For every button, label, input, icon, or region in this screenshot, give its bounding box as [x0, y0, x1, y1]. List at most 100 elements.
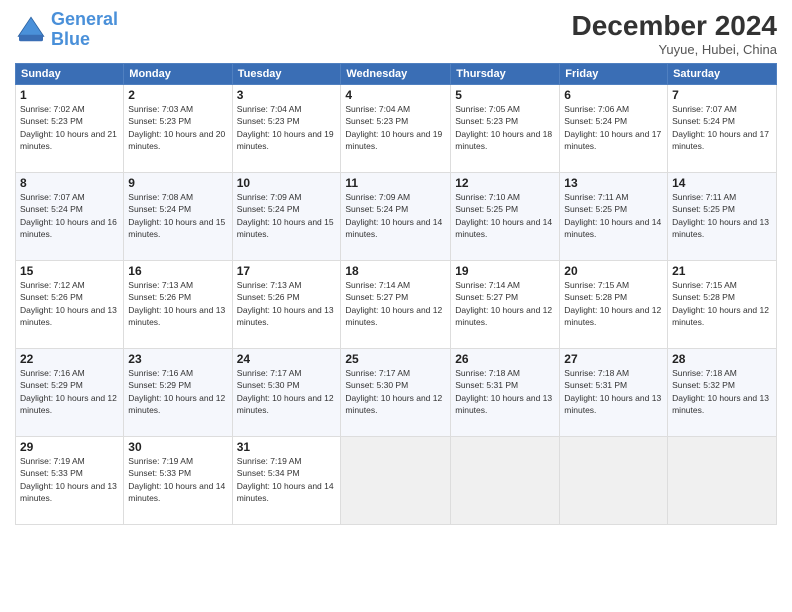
calendar-week-4: 29Sunrise: 7:19 AMSunset: 5:33 PMDayligh… — [16, 437, 777, 525]
calendar-cell: 27Sunrise: 7:18 AMSunset: 5:31 PMDayligh… — [560, 349, 668, 437]
calendar-week-0: 1Sunrise: 7:02 AMSunset: 5:23 PMDaylight… — [16, 85, 777, 173]
day-info: Sunrise: 7:09 AMSunset: 5:24 PMDaylight:… — [237, 191, 337, 240]
calendar-cell: 13Sunrise: 7:11 AMSunset: 5:25 PMDayligh… — [560, 173, 668, 261]
day-info: Sunrise: 7:03 AMSunset: 5:23 PMDaylight:… — [128, 103, 227, 152]
day-number: 29 — [20, 440, 119, 454]
calendar-cell: 7Sunrise: 7:07 AMSunset: 5:24 PMDaylight… — [668, 85, 777, 173]
calendar-cell: 21Sunrise: 7:15 AMSunset: 5:28 PMDayligh… — [668, 261, 777, 349]
calendar-header-wednesday: Wednesday — [341, 64, 451, 85]
calendar-header-sunday: Sunday — [16, 64, 124, 85]
calendar-cell: 20Sunrise: 7:15 AMSunset: 5:28 PMDayligh… — [560, 261, 668, 349]
day-info: Sunrise: 7:12 AMSunset: 5:26 PMDaylight:… — [20, 279, 119, 328]
calendar-week-3: 22Sunrise: 7:16 AMSunset: 5:29 PMDayligh… — [16, 349, 777, 437]
calendar-cell: 30Sunrise: 7:19 AMSunset: 5:33 PMDayligh… — [124, 437, 232, 525]
day-number: 4 — [345, 88, 446, 102]
day-number: 15 — [20, 264, 119, 278]
day-number: 14 — [672, 176, 772, 190]
day-info: Sunrise: 7:16 AMSunset: 5:29 PMDaylight:… — [20, 367, 119, 416]
day-info: Sunrise: 7:08 AMSunset: 5:24 PMDaylight:… — [128, 191, 227, 240]
logo-text: General Blue — [51, 10, 118, 50]
day-info: Sunrise: 7:13 AMSunset: 5:26 PMDaylight:… — [128, 279, 227, 328]
day-info: Sunrise: 7:05 AMSunset: 5:23 PMDaylight:… — [455, 103, 555, 152]
day-number: 22 — [20, 352, 119, 366]
calendar-cell — [341, 437, 451, 525]
location-subtitle: Yuyue, Hubei, China — [572, 42, 777, 57]
day-number: 24 — [237, 352, 337, 366]
calendar-cell: 31Sunrise: 7:19 AMSunset: 5:34 PMDayligh… — [232, 437, 341, 525]
calendar-cell: 14Sunrise: 7:11 AMSunset: 5:25 PMDayligh… — [668, 173, 777, 261]
logo-icon — [15, 14, 47, 46]
day-number: 28 — [672, 352, 772, 366]
calendar-cell — [668, 437, 777, 525]
header: General Blue December 2024 Yuyue, Hubei,… — [15, 10, 777, 57]
day-info: Sunrise: 7:11 AMSunset: 5:25 PMDaylight:… — [564, 191, 663, 240]
day-info: Sunrise: 7:16 AMSunset: 5:29 PMDaylight:… — [128, 367, 227, 416]
calendar-cell: 5Sunrise: 7:05 AMSunset: 5:23 PMDaylight… — [451, 85, 560, 173]
day-info: Sunrise: 7:14 AMSunset: 5:27 PMDaylight:… — [455, 279, 555, 328]
day-number: 18 — [345, 264, 446, 278]
day-info: Sunrise: 7:15 AMSunset: 5:28 PMDaylight:… — [672, 279, 772, 328]
calendar-week-1: 8Sunrise: 7:07 AMSunset: 5:24 PMDaylight… — [16, 173, 777, 261]
calendar-cell: 29Sunrise: 7:19 AMSunset: 5:33 PMDayligh… — [16, 437, 124, 525]
day-info: Sunrise: 7:11 AMSunset: 5:25 PMDaylight:… — [672, 191, 772, 240]
day-number: 25 — [345, 352, 446, 366]
calendar-cell: 3Sunrise: 7:04 AMSunset: 5:23 PMDaylight… — [232, 85, 341, 173]
day-number: 20 — [564, 264, 663, 278]
calendar-cell: 25Sunrise: 7:17 AMSunset: 5:30 PMDayligh… — [341, 349, 451, 437]
day-number: 19 — [455, 264, 555, 278]
day-number: 11 — [345, 176, 446, 190]
calendar-cell: 8Sunrise: 7:07 AMSunset: 5:24 PMDaylight… — [16, 173, 124, 261]
calendar-cell: 6Sunrise: 7:06 AMSunset: 5:24 PMDaylight… — [560, 85, 668, 173]
day-number: 3 — [237, 88, 337, 102]
day-info: Sunrise: 7:18 AMSunset: 5:32 PMDaylight:… — [672, 367, 772, 416]
day-info: Sunrise: 7:06 AMSunset: 5:24 PMDaylight:… — [564, 103, 663, 152]
logo-line2: Blue — [51, 29, 90, 49]
day-number: 27 — [564, 352, 663, 366]
day-number: 7 — [672, 88, 772, 102]
calendar-header-saturday: Saturday — [668, 64, 777, 85]
day-number: 23 — [128, 352, 227, 366]
calendar-cell: 17Sunrise: 7:13 AMSunset: 5:26 PMDayligh… — [232, 261, 341, 349]
day-info: Sunrise: 7:14 AMSunset: 5:27 PMDaylight:… — [345, 279, 446, 328]
day-number: 26 — [455, 352, 555, 366]
calendar-cell: 15Sunrise: 7:12 AMSunset: 5:26 PMDayligh… — [16, 261, 124, 349]
day-number: 10 — [237, 176, 337, 190]
calendar-header-thursday: Thursday — [451, 64, 560, 85]
day-number: 5 — [455, 88, 555, 102]
logo-line1: General — [51, 9, 118, 29]
day-number: 16 — [128, 264, 227, 278]
calendar-cell: 12Sunrise: 7:10 AMSunset: 5:25 PMDayligh… — [451, 173, 560, 261]
day-info: Sunrise: 7:17 AMSunset: 5:30 PMDaylight:… — [237, 367, 337, 416]
calendar-header-tuesday: Tuesday — [232, 64, 341, 85]
calendar-header-row: SundayMondayTuesdayWednesdayThursdayFrid… — [16, 64, 777, 85]
logo: General Blue — [15, 10, 118, 50]
calendar-cell: 26Sunrise: 7:18 AMSunset: 5:31 PMDayligh… — [451, 349, 560, 437]
calendar-cell: 18Sunrise: 7:14 AMSunset: 5:27 PMDayligh… — [341, 261, 451, 349]
calendar-cell: 1Sunrise: 7:02 AMSunset: 5:23 PMDaylight… — [16, 85, 124, 173]
calendar-cell: 2Sunrise: 7:03 AMSunset: 5:23 PMDaylight… — [124, 85, 232, 173]
calendar-cell: 28Sunrise: 7:18 AMSunset: 5:32 PMDayligh… — [668, 349, 777, 437]
calendar-header-friday: Friday — [560, 64, 668, 85]
calendar-cell: 22Sunrise: 7:16 AMSunset: 5:29 PMDayligh… — [16, 349, 124, 437]
calendar-cell: 16Sunrise: 7:13 AMSunset: 5:26 PMDayligh… — [124, 261, 232, 349]
day-number: 9 — [128, 176, 227, 190]
calendar-cell: 10Sunrise: 7:09 AMSunset: 5:24 PMDayligh… — [232, 173, 341, 261]
day-info: Sunrise: 7:07 AMSunset: 5:24 PMDaylight:… — [20, 191, 119, 240]
calendar-cell — [451, 437, 560, 525]
day-info: Sunrise: 7:13 AMSunset: 5:26 PMDaylight:… — [237, 279, 337, 328]
day-number: 31 — [237, 440, 337, 454]
day-info: Sunrise: 7:18 AMSunset: 5:31 PMDaylight:… — [455, 367, 555, 416]
calendar-cell: 23Sunrise: 7:16 AMSunset: 5:29 PMDayligh… — [124, 349, 232, 437]
day-info: Sunrise: 7:19 AMSunset: 5:33 PMDaylight:… — [20, 455, 119, 504]
month-title: December 2024 — [572, 10, 777, 42]
day-info: Sunrise: 7:19 AMSunset: 5:33 PMDaylight:… — [128, 455, 227, 504]
calendar-cell: 9Sunrise: 7:08 AMSunset: 5:24 PMDaylight… — [124, 173, 232, 261]
day-number: 17 — [237, 264, 337, 278]
day-info: Sunrise: 7:04 AMSunset: 5:23 PMDaylight:… — [237, 103, 337, 152]
calendar-cell: 11Sunrise: 7:09 AMSunset: 5:24 PMDayligh… — [341, 173, 451, 261]
calendar-cell: 19Sunrise: 7:14 AMSunset: 5:27 PMDayligh… — [451, 261, 560, 349]
day-number: 2 — [128, 88, 227, 102]
day-number: 30 — [128, 440, 227, 454]
calendar-cell: 4Sunrise: 7:04 AMSunset: 5:23 PMDaylight… — [341, 85, 451, 173]
page: General Blue December 2024 Yuyue, Hubei,… — [0, 0, 792, 612]
